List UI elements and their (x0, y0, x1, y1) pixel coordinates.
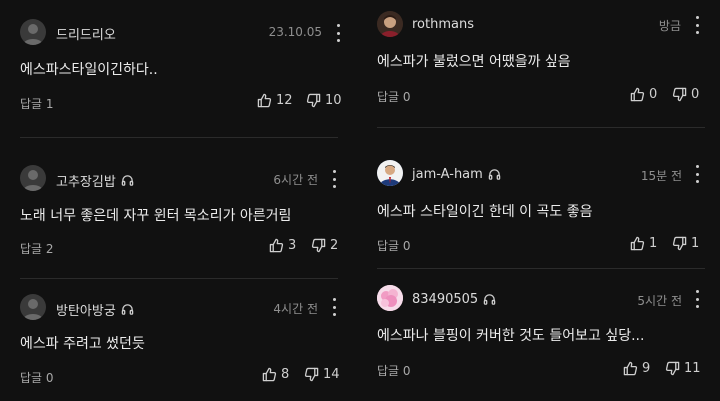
default-avatar[interactable] (20, 294, 46, 320)
suit-avatar[interactable] (377, 160, 403, 186)
thumbs-down-icon (665, 361, 680, 376)
headset-icon (483, 294, 496, 305)
dislike-button[interactable]: 2 (311, 238, 338, 253)
comment-author[interactable]: 방탄아방궁 (56, 300, 134, 319)
more-options-icon[interactable] (329, 298, 339, 316)
dislike-button[interactable]: 0 (672, 87, 699, 102)
divider (20, 278, 338, 279)
comment-author[interactable]: rothmans (412, 17, 474, 32)
default-avatar[interactable] (20, 165, 46, 191)
thumbs-up-icon (269, 238, 284, 253)
comment-time: 6시간 전 (273, 173, 318, 187)
comment-text: 에스파 주려고 썼던듯 (20, 336, 145, 352)
dislike-button[interactable]: 10 (306, 93, 342, 108)
comment-author[interactable]: jam-A-ham (412, 167, 501, 182)
dislike-button[interactable]: 14 (304, 367, 340, 382)
reply-button[interactable]: 답글 2 (20, 240, 54, 257)
comment-text: 에스파스타일이긴하다.. (20, 62, 158, 78)
dislike-count: 10 (325, 93, 342, 108)
like-count: 9 (642, 361, 651, 376)
headset-icon (121, 175, 134, 186)
dislike-count: 14 (323, 367, 340, 382)
dislike-count: 11 (684, 361, 701, 376)
like-button[interactable]: 8 (262, 367, 289, 382)
reply-button[interactable]: 답글 0 (377, 237, 411, 254)
like-button[interactable]: 0 (630, 87, 657, 102)
author-name[interactable]: jam-A-ham (412, 167, 483, 182)
headset-icon (121, 304, 134, 315)
comment-text: 에스파가 불렀으면 어땠을까 싶음 (377, 54, 571, 70)
comment-author[interactable]: 드리드리오 (56, 24, 116, 43)
more-options-icon[interactable] (329, 170, 339, 188)
more-options-icon[interactable] (333, 24, 343, 42)
like-count: 0 (649, 87, 658, 102)
dislike-count: 2 (330, 238, 339, 253)
thumbs-up-icon (630, 236, 645, 251)
more-options-icon[interactable] (692, 290, 702, 308)
thumbs-up-icon (257, 93, 272, 108)
thumbs-down-icon (306, 93, 321, 108)
dislike-button[interactable]: 11 (665, 361, 701, 376)
thumbs-up-icon (623, 361, 638, 376)
dislike-count: 1 (691, 236, 700, 251)
reply-button[interactable]: 답글 0 (377, 362, 411, 379)
thumbs-down-icon (304, 367, 319, 382)
like-count: 12 (276, 93, 293, 108)
author-name[interactable]: 고추장김밥 (56, 171, 116, 190)
more-options-icon[interactable] (692, 16, 702, 34)
dislike-button[interactable]: 1 (672, 236, 699, 251)
comment-author[interactable]: 고추장김밥 (56, 171, 134, 190)
reply-button[interactable]: 답글 0 (377, 88, 411, 105)
dislike-count: 0 (691, 87, 700, 102)
flower-avatar[interactable] (377, 285, 403, 311)
comment-time: 5시간 전 (637, 294, 682, 308)
like-button[interactable]: 3 (269, 238, 296, 253)
author-name[interactable]: rothmans (412, 17, 474, 32)
comment-time: 15분 전 (640, 169, 682, 183)
photo-avatar[interactable] (377, 11, 403, 37)
comment-text: 에스파 스타일이긴 한데 이 곡도 좋음 (377, 204, 593, 220)
headset-icon (488, 169, 501, 180)
author-name[interactable]: 83490505 (412, 292, 478, 307)
divider (20, 137, 338, 138)
reply-button[interactable]: 답글 1 (20, 95, 54, 112)
more-options-icon[interactable] (692, 165, 702, 183)
thumbs-down-icon (672, 87, 687, 102)
thumbs-down-icon (311, 238, 326, 253)
reply-button[interactable]: 답글 0 (20, 369, 54, 386)
author-name[interactable]: 드리드리오 (56, 24, 116, 43)
divider (377, 268, 705, 269)
like-button[interactable]: 9 (623, 361, 650, 376)
comment-text: 에스파나 블핑이 커버한 것도 들어보고 싶당... (377, 328, 645, 344)
like-count: 1 (649, 236, 658, 251)
default-avatar[interactable] (20, 19, 46, 45)
comment-text: 노래 너무 좋은데 자꾸 윈터 목소리가 아른거림 (20, 208, 292, 224)
like-count: 8 (281, 367, 290, 382)
thumbs-up-icon (630, 87, 645, 102)
comment-time: 23.10.05 (268, 25, 322, 39)
comment-time: 4시간 전 (273, 302, 318, 316)
like-button[interactable]: 1 (630, 236, 657, 251)
comment-time: 방금 (658, 19, 681, 33)
divider (377, 127, 705, 128)
author-name[interactable]: 방탄아방궁 (56, 300, 116, 319)
comment-author[interactable]: 83490505 (412, 292, 496, 307)
like-count: 3 (288, 238, 297, 253)
like-button[interactable]: 12 (257, 93, 293, 108)
thumbs-down-icon (672, 236, 687, 251)
thumbs-up-icon (262, 367, 277, 382)
